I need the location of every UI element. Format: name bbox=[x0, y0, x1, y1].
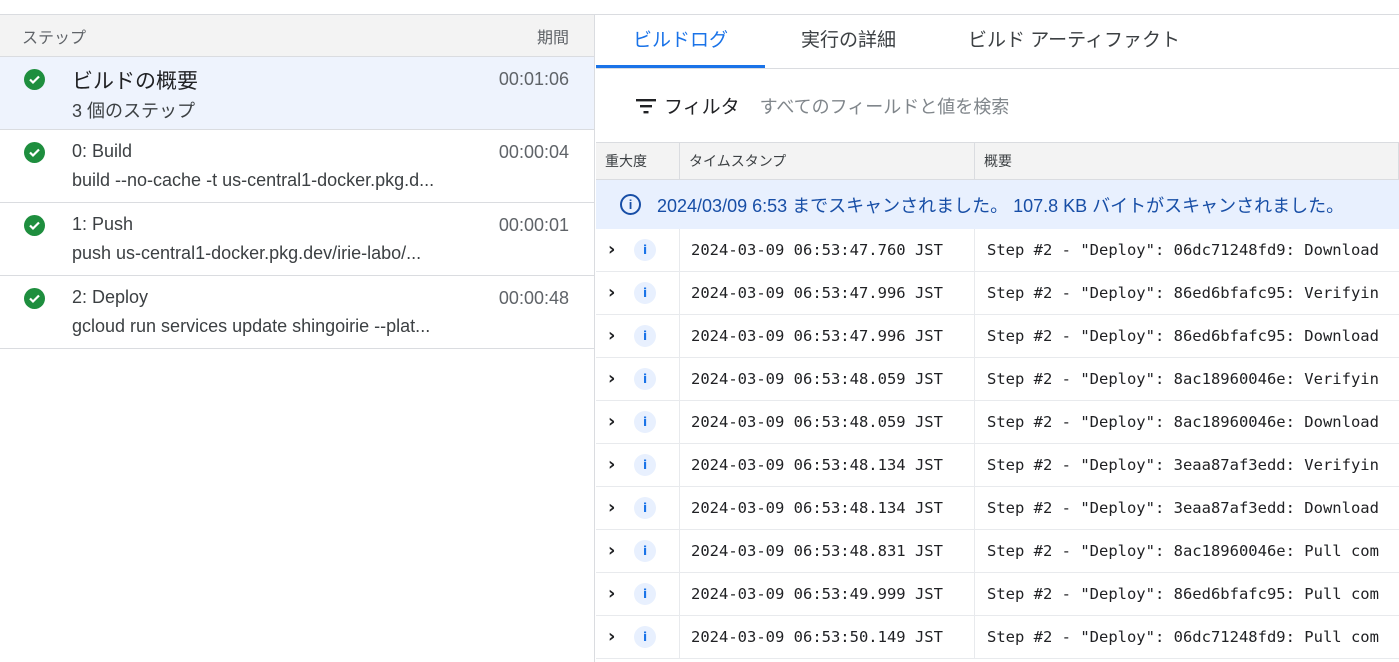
check-circle-icon bbox=[24, 69, 45, 90]
tab-build-artifacts[interactable]: ビルド アーティファクト bbox=[932, 15, 1216, 68]
header-step: ステップ bbox=[22, 29, 87, 47]
step-duration: 00:00:48 bbox=[498, 288, 569, 308]
row-timestamp: 2024-03-09 06:53:47.996 JST bbox=[680, 315, 975, 357]
chevron-right-icon[interactable]: › bbox=[608, 358, 626, 400]
table-row[interactable]: › i 2024-03-09 06:53:47.996 JST Step #2 -… bbox=[596, 315, 1399, 358]
step-item[interactable]: 2: Deploy gcloud run services update shi… bbox=[0, 276, 594, 349]
step-title: 2: Deploy bbox=[72, 287, 149, 307]
step-subtitle: gcloud run services update shingoirie --… bbox=[72, 316, 431, 336]
row-timestamp: 2024-03-09 06:53:47.760 JST bbox=[680, 229, 975, 271]
filter-bar[interactable]: フィルタ すべてのフィールドと値を検索 bbox=[596, 69, 1399, 142]
row-timestamp: 2024-03-09 06:53:50.149 JST bbox=[680, 616, 975, 658]
row-summary: Step #2 - "Deploy": 86ed6bfafc95: Pull c… bbox=[987, 585, 1379, 603]
step-subtitle: push us-central1-docker.pkg.dev/irie-lab… bbox=[72, 243, 422, 263]
filter-icon bbox=[636, 98, 656, 113]
col-timestamp[interactable]: タイムスタンプ bbox=[680, 143, 975, 179]
chevron-right-icon[interactable]: › bbox=[608, 401, 626, 443]
check-circle-icon bbox=[24, 288, 45, 309]
info-severity-icon: i bbox=[634, 282, 656, 304]
step-duration: 00:01:06 bbox=[498, 69, 569, 89]
steps-panel: ステップ 期間 ビルドの概要 3 個のステップ 00:01:06 0: Buil… bbox=[0, 15, 595, 662]
step-subtitle: build --no-cache -t us-central1-docker.p… bbox=[72, 170, 435, 190]
row-summary: Step #2 - "Deploy": 06dc71248fd9: Pull c… bbox=[987, 628, 1379, 646]
row-summary: Step #2 - "Deploy": 86ed6bfafc95: Downlo… bbox=[987, 327, 1379, 345]
info-severity-icon: i bbox=[634, 583, 656, 605]
steps-header: ステップ 期間 bbox=[0, 15, 594, 57]
info-severity-icon: i bbox=[634, 239, 656, 261]
table-row[interactable]: › i 2024-03-09 06:53:48.059 JST Step #2 -… bbox=[596, 401, 1399, 444]
chevron-right-icon[interactable]: › bbox=[608, 229, 626, 271]
step-title: 0: Build bbox=[72, 141, 133, 161]
banner-text: 2024/03/09 6:53 までスキャンされました。 107.8 KB バイ… bbox=[657, 195, 1345, 216]
tab-execution-details[interactable]: 実行の詳細 bbox=[765, 15, 932, 68]
row-summary: Step #2 - "Deploy": 3eaa87af3edd: Verify… bbox=[987, 456, 1379, 474]
info-icon: i bbox=[620, 194, 641, 215]
row-timestamp: 2024-03-09 06:53:49.999 JST bbox=[680, 573, 975, 615]
step-title: 1: Push bbox=[72, 214, 134, 234]
row-timestamp: 2024-03-09 06:53:48.831 JST bbox=[680, 530, 975, 572]
header-duration: 期間 bbox=[536, 29, 569, 47]
table-row[interactable]: › i 2024-03-09 06:53:48.059 JST Step #2 -… bbox=[596, 358, 1399, 401]
row-summary: Step #2 - "Deploy": 3eaa87af3edd: Downlo… bbox=[987, 499, 1379, 517]
chevron-right-icon[interactable]: › bbox=[608, 315, 626, 357]
info-severity-icon: i bbox=[634, 540, 656, 562]
step-item[interactable]: 0: Build build --no-cache -t us-central1… bbox=[0, 130, 594, 203]
search-input[interactable]: すべてのフィールドと値を検索 bbox=[760, 93, 1010, 119]
row-timestamp: 2024-03-09 06:53:48.134 JST bbox=[680, 487, 975, 529]
table-row[interactable]: › i 2024-03-09 06:53:50.149 JST Step #2 -… bbox=[596, 616, 1399, 659]
step-title: ビルドの概要 bbox=[72, 70, 198, 93]
step-item[interactable]: ビルドの概要 3 個のステップ 00:01:06 bbox=[0, 57, 594, 130]
step-subtitle: 3 個のステップ bbox=[72, 101, 196, 121]
info-severity-icon: i bbox=[634, 325, 656, 347]
table-row[interactable]: › i 2024-03-09 06:53:47.760 JST Step #2 -… bbox=[596, 229, 1399, 272]
info-severity-icon: i bbox=[634, 626, 656, 648]
col-severity[interactable]: 重大度 bbox=[596, 143, 680, 179]
chevron-right-icon[interactable]: › bbox=[608, 616, 626, 658]
step-item[interactable]: 1: Push push us-central1-docker.pkg.dev/… bbox=[0, 203, 594, 276]
table-header: 重大度 タイムスタンプ 概要 bbox=[596, 142, 1399, 180]
chevron-right-icon[interactable]: › bbox=[608, 530, 626, 572]
chevron-right-icon[interactable]: › bbox=[608, 272, 626, 314]
chevron-right-icon[interactable]: › bbox=[608, 573, 626, 615]
chevron-right-icon[interactable]: › bbox=[608, 487, 626, 529]
table-row[interactable]: › i 2024-03-09 06:53:49.999 JST Step #2 -… bbox=[596, 573, 1399, 616]
row-timestamp: 2024-03-09 06:53:48.059 JST bbox=[680, 358, 975, 400]
row-summary: Step #2 - "Deploy": 8ac18960046e: Downlo… bbox=[987, 413, 1379, 431]
table-row[interactable]: › i 2024-03-09 06:53:48.831 JST Step #2 -… bbox=[596, 530, 1399, 573]
table-row[interactable]: › i 2024-03-09 06:53:48.134 JST Step #2 -… bbox=[596, 487, 1399, 530]
scan-banner: i 2024/03/09 6:53 までスキャンされました。 107.8 KB … bbox=[596, 180, 1399, 229]
tab-bar: ビルドログ 実行の詳細 ビルド アーティファクト bbox=[596, 15, 1399, 69]
filter-label[interactable]: フィルタ bbox=[664, 92, 740, 119]
table-row[interactable]: › i 2024-03-09 06:53:47.996 JST Step #2 -… bbox=[596, 272, 1399, 315]
row-summary: Step #2 - "Deploy": 86ed6bfafc95: Verify… bbox=[987, 284, 1379, 302]
row-summary: Step #2 - "Deploy": 06dc71248fd9: Downlo… bbox=[987, 241, 1379, 259]
table-row[interactable]: › i 2024-03-09 06:53:48.134 JST Step #2 -… bbox=[596, 444, 1399, 487]
step-duration: 00:00:04 bbox=[498, 142, 569, 162]
log-panel: ビルドログ 実行の詳細 ビルド アーティファクト フィルタ すべてのフィールドと… bbox=[596, 15, 1399, 662]
tab-build-log[interactable]: ビルドログ bbox=[596, 15, 765, 68]
row-timestamp: 2024-03-09 06:53:47.996 JST bbox=[680, 272, 975, 314]
info-severity-icon: i bbox=[634, 454, 656, 476]
info-severity-icon: i bbox=[634, 497, 656, 519]
info-severity-icon: i bbox=[634, 411, 656, 433]
row-timestamp: 2024-03-09 06:53:48.059 JST bbox=[680, 401, 975, 443]
chevron-right-icon[interactable]: › bbox=[608, 444, 626, 486]
col-summary[interactable]: 概要 bbox=[975, 143, 1399, 179]
check-circle-icon bbox=[24, 142, 45, 163]
row-summary: Step #2 - "Deploy": 8ac18960046e: Verify… bbox=[987, 370, 1379, 388]
row-summary: Step #2 - "Deploy": 8ac18960046e: Pull c… bbox=[987, 542, 1379, 560]
check-circle-icon bbox=[24, 215, 45, 236]
row-timestamp: 2024-03-09 06:53:48.134 JST bbox=[680, 444, 975, 486]
step-duration: 00:00:01 bbox=[498, 215, 569, 235]
info-severity-icon: i bbox=[634, 368, 656, 390]
